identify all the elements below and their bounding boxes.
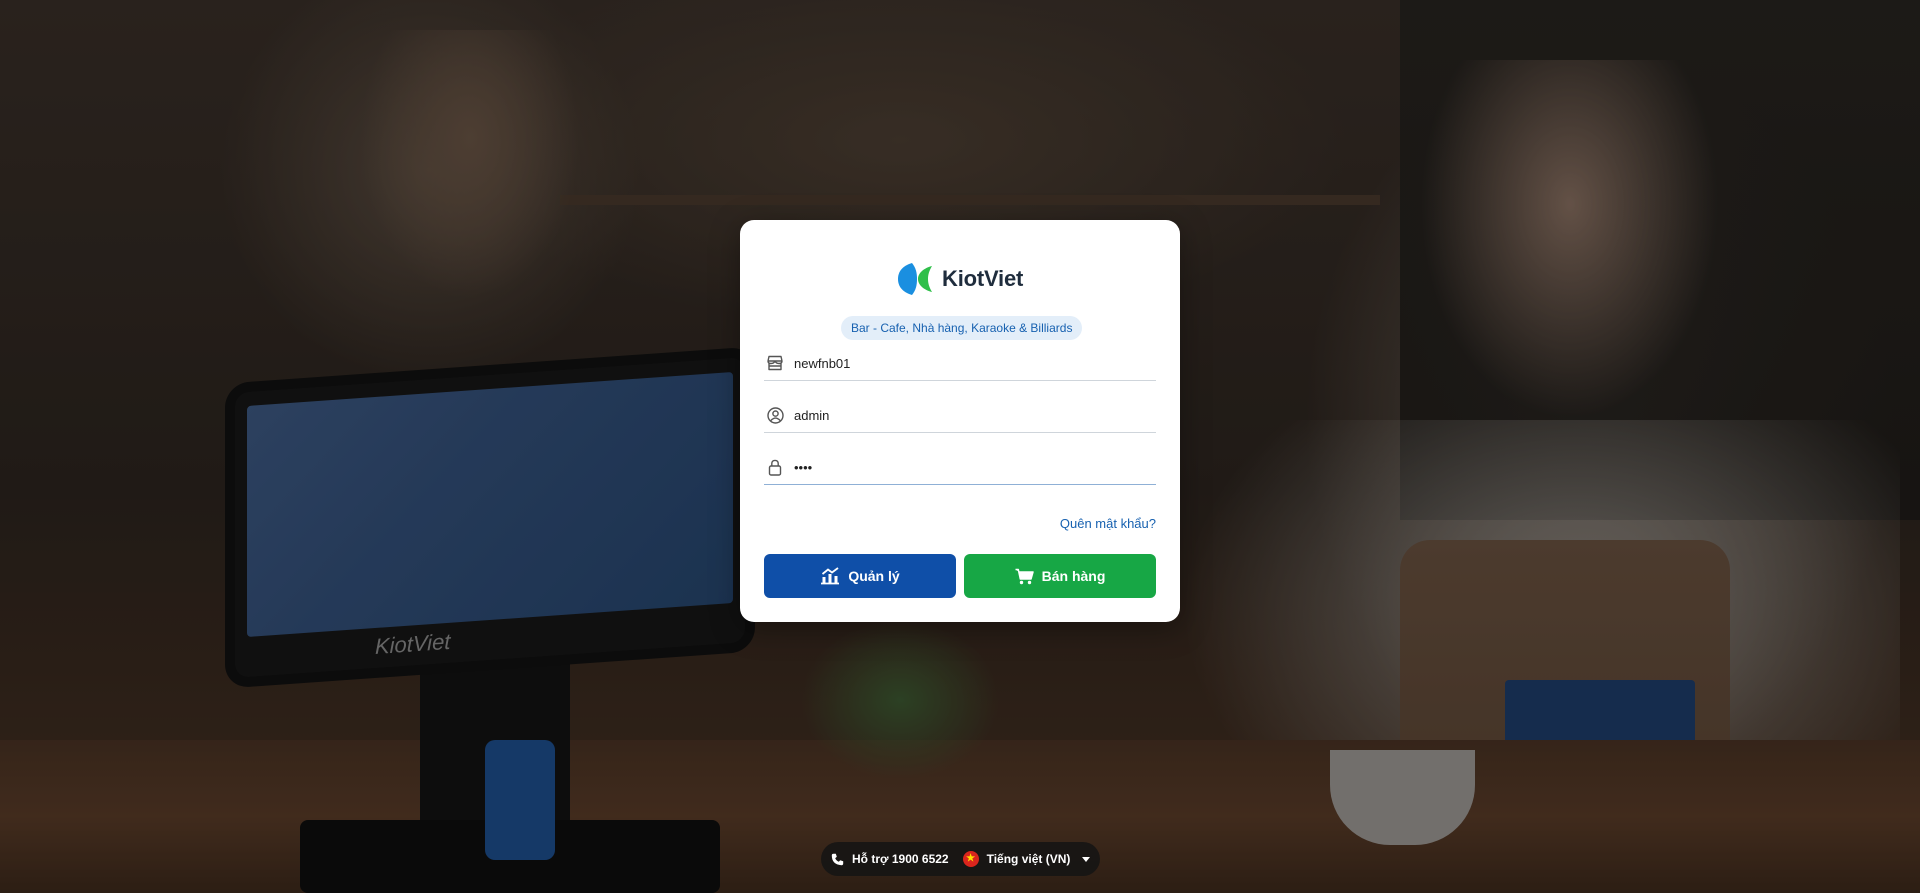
store-icon — [766, 354, 784, 372]
vietnam-flag-icon: ★ — [962, 851, 979, 867]
cart-icon — [1015, 568, 1034, 584]
manage-button-label: Quản lý — [848, 568, 900, 584]
login-card: KiotViet Bar - Cafe, Nhà hàng, Karaoke &… — [740, 220, 1180, 622]
user-icon — [766, 406, 784, 424]
username-field — [764, 398, 1156, 433]
phone-icon — [831, 853, 844, 865]
sell-button[interactable]: Bán hàng — [964, 554, 1156, 598]
username-input[interactable] — [794, 407, 1134, 423]
caret-down-icon — [1082, 856, 1091, 862]
sell-button-label: Bán hàng — [1041, 568, 1106, 584]
footer-bar: Hỗ trợ 1900 6522 ★ Tiếng việt (VN) — [821, 842, 1101, 876]
language-selector[interactable]: ★ Tiếng việt (VN) — [962, 851, 1091, 867]
support-label: Hỗ trợ 1900 6522 — [852, 852, 949, 866]
lock-icon — [766, 458, 784, 476]
brand-name: KiotViet — [942, 266, 1024, 291]
password-field — [764, 450, 1156, 485]
chart-icon — [821, 567, 840, 585]
store-field — [764, 346, 1156, 381]
manage-button[interactable]: Quản lý — [764, 554, 956, 598]
kiotviet-logo-icon — [898, 263, 932, 295]
password-input[interactable] — [794, 459, 1134, 475]
brand-logo: KiotViet — [896, 260, 1023, 298]
language-label: Tiếng việt (VN) — [986, 852, 1071, 866]
forgot-password-link[interactable]: Quên mật khẩu? — [1060, 516, 1156, 531]
support-hotline[interactable]: Hỗ trợ 1900 6522 — [831, 852, 949, 866]
product-tagline: Bar - Cafe, Nhà hàng, Karaoke & Billiard… — [841, 316, 1083, 340]
store-input[interactable] — [794, 355, 1134, 371]
